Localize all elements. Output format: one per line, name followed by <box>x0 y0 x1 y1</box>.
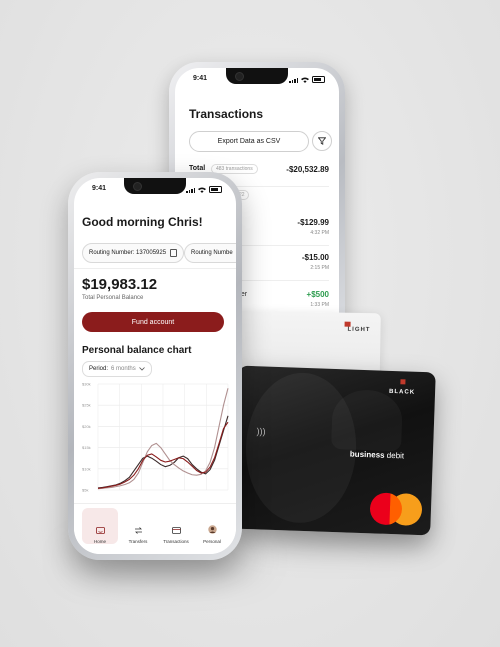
period-value: 6 months <box>111 366 136 372</box>
tab-label: Transfers <box>128 539 148 544</box>
filter-button[interactable] <box>312 131 332 151</box>
y-tick-label: $30k <box>82 382 91 387</box>
contactless-icon: ))) <box>256 426 266 437</box>
export-csv-button[interactable]: Export Data as CSV <box>189 131 309 152</box>
chevron-down-icon <box>138 367 145 371</box>
avatar-icon <box>207 525 217 534</box>
balance-amount: $19,983.12 <box>82 276 158 293</box>
chart-title: Personal balance chart <box>82 345 192 356</box>
routing-number-chip[interactable]: Routing Numbe <box>184 243 236 263</box>
black-card: BLACK ))) business debit <box>233 365 436 536</box>
total-label: Total <box>189 165 206 172</box>
status-time: 9:41 <box>92 185 107 192</box>
tab-label: Transactions <box>163 539 189 544</box>
divider <box>74 268 236 269</box>
transaction-time: 4:32 PM <box>310 230 329 236</box>
card-pattern <box>331 388 404 452</box>
routing-number-chip[interactable]: Routing Number: 137005925 <box>82 243 185 263</box>
transaction-time: 2:15 PM <box>310 265 329 271</box>
transaction-row[interactable]: -$129.99 4:32 PM <box>297 218 329 236</box>
tab-bar: Home Transfers Transactions Personal <box>74 503 236 554</box>
card-accent <box>400 379 406 385</box>
transfer-icon <box>134 527 142 534</box>
transaction-amount: -$15.00 <box>301 253 329 262</box>
transaction-time: 1:33 PM <box>310 302 329 308</box>
balance-label: Total Personal Balance <box>82 295 144 301</box>
mastercard-logo-icon <box>369 492 424 527</box>
balance-chart: $30k $25k $20k $15k $10k $5k <box>82 382 229 493</box>
signal-icon <box>289 78 298 83</box>
status-time: 9:41 <box>193 75 208 82</box>
tab-label: Personal <box>203 539 221 544</box>
battery-icon <box>312 76 325 83</box>
signal-icon <box>186 188 195 193</box>
filter-icon <box>318 137 326 145</box>
routing-number: Routing Numbe <box>191 250 233 256</box>
transactions-icon <box>171 527 181 534</box>
home-icon <box>95 527 105 534</box>
status-icons <box>289 76 325 83</box>
card-type-bold: business <box>349 449 385 460</box>
y-tick-label: $10k <box>82 466 91 471</box>
card-type-rest: debit <box>384 450 405 461</box>
fund-account-button[interactable]: Fund account <box>82 312 224 332</box>
y-tick-label: $15k <box>82 445 91 450</box>
status-icons <box>186 186 222 193</box>
battery-icon <box>209 186 222 193</box>
transaction-amount: -$129.99 <box>297 218 329 227</box>
y-tick-label: $20k <box>82 424 91 429</box>
tab-label: Home <box>93 539 106 544</box>
status-bar: 9:41 <box>92 185 222 195</box>
status-bar: 9:41 <box>193 75 325 85</box>
total-amount: -$20,532.89 <box>286 165 329 174</box>
tab-personal[interactable]: Personal <box>194 508 230 544</box>
wifi-icon <box>198 187 206 193</box>
transaction-amount: +$500 <box>306 290 329 299</box>
card-tier-label: BLACK <box>388 388 416 396</box>
tab-transfers[interactable]: Transfers <box>120 508 156 544</box>
period-label: Period: <box>89 366 109 372</box>
card-tier-label: LIGHT <box>347 326 371 334</box>
transaction-row[interactable]: -$15.00 2:15 PM <box>302 253 329 271</box>
transaction-row[interactable]: +$500 1:33 PM <box>307 290 329 308</box>
page-title: Transactions <box>189 107 264 121</box>
home-screen: 9:41 Good morning Chris! Routing Number:… <box>74 178 236 554</box>
wifi-icon <box>301 77 309 83</box>
front-phone: 9:41 Good morning Chris! Routing Number:… <box>68 172 242 560</box>
greeting-title: Good morning Chris! <box>82 215 203 229</box>
y-tick-label: $5k <box>82 488 88 493</box>
tab-home[interactable]: Home <box>82 508 118 544</box>
tab-transactions[interactable]: Transactions <box>158 508 194 544</box>
y-tick-label: $25k <box>82 403 91 408</box>
copy-icon[interactable] <box>170 249 178 257</box>
routing-number: Routing Number: 137005925 <box>89 250 167 256</box>
period-dropdown[interactable]: Period: 6 months <box>82 361 152 377</box>
card-type-label: business debit <box>350 450 405 461</box>
